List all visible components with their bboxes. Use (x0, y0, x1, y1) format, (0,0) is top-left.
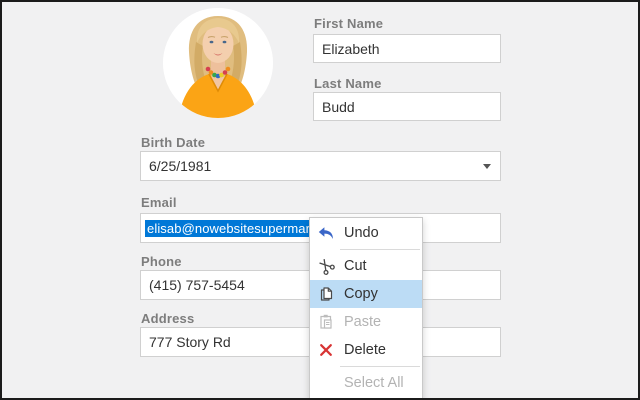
copy-icon (317, 286, 335, 303)
context-menu: Undo Cut (309, 217, 423, 399)
birth-date-value: 6/25/1981 (149, 158, 211, 174)
menu-item-paste: Paste (310, 308, 422, 336)
menu-item-label: Copy (344, 286, 378, 302)
last-name-label: Last Name (314, 76, 382, 91)
menu-item-copy[interactable]: Copy (310, 280, 422, 308)
profile-form-window: First Name Elizabeth Last Name Budd Birt… (0, 0, 640, 400)
email-selected-text: elisab@nowebsitesupermart.co (145, 220, 333, 237)
first-name-label: First Name (314, 16, 383, 31)
avatar (163, 8, 273, 118)
birth-date-dropdown[interactable]: 6/25/1981 (140, 151, 501, 181)
avatar-illustration (163, 8, 273, 118)
menu-separator (340, 249, 420, 250)
paste-icon (317, 314, 335, 331)
blank-icon (317, 375, 335, 392)
menu-item-label: Cut (344, 258, 367, 274)
first-name-value: Elizabeth (322, 41, 380, 57)
menu-item-label: Delete (344, 342, 386, 358)
phone-label: Phone (141, 254, 182, 269)
address-label: Address (141, 311, 194, 326)
address-value: 777 Story Rd (149, 334, 231, 350)
chevron-down-icon[interactable] (483, 164, 491, 169)
phone-value: (415) 757-5454 (149, 277, 245, 293)
menu-item-label: Undo (344, 225, 379, 241)
menu-item-delete[interactable]: Delete (310, 336, 422, 364)
undo-icon (317, 225, 335, 242)
first-name-input[interactable]: Elizabeth (313, 34, 501, 63)
menu-item-select-all: Select All (310, 369, 422, 397)
last-name-input[interactable]: Budd (313, 92, 501, 121)
email-label: Email (141, 195, 177, 210)
menu-item-label: Paste (344, 314, 381, 330)
delete-icon (317, 342, 335, 359)
menu-separator (340, 366, 420, 367)
birth-date-label: Birth Date (141, 135, 205, 150)
menu-item-label: Select All (344, 375, 404, 391)
cut-icon (317, 258, 335, 275)
last-name-value: Budd (322, 99, 355, 115)
menu-item-undo[interactable]: Undo (310, 219, 422, 247)
menu-item-cut[interactable]: Cut (310, 252, 422, 280)
